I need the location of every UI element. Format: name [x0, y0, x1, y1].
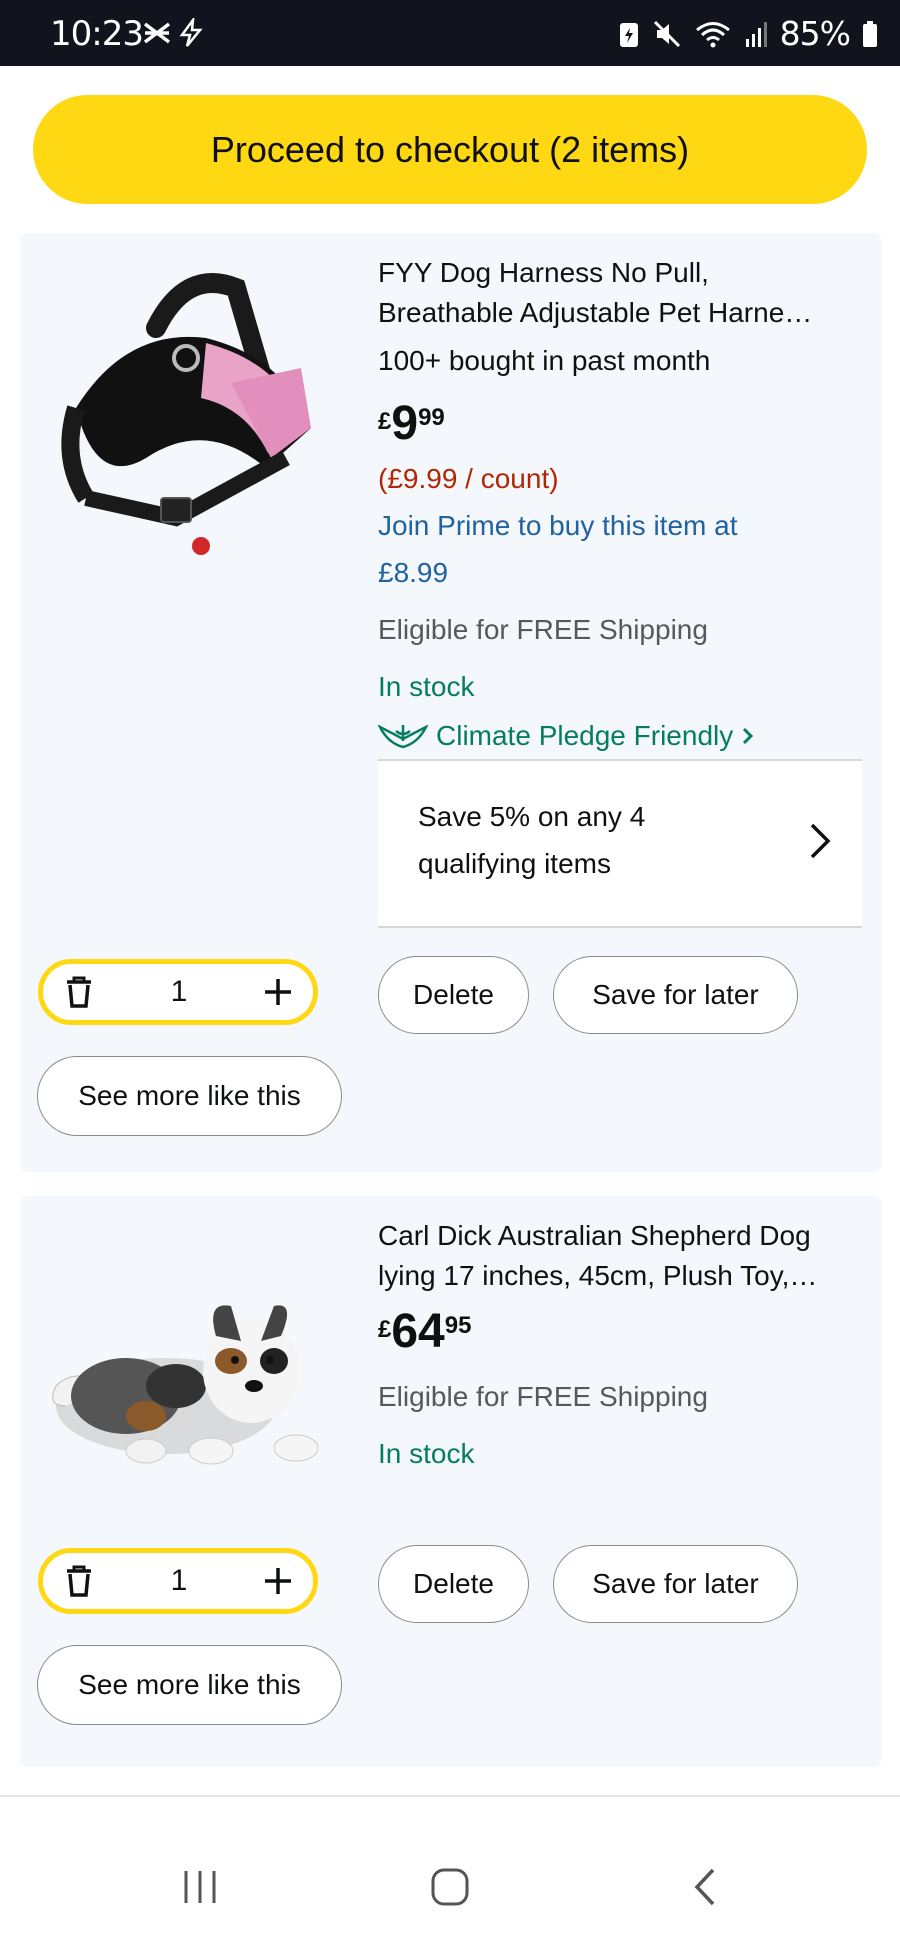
mute-icon	[653, 20, 680, 47]
trash-icon[interactable]	[63, 975, 95, 1009]
price-fraction: 95	[444, 1312, 472, 1339]
shipping-eligibility: Eligible for FREE Shipping	[378, 1381, 708, 1412]
product-price: £ 9 99	[378, 398, 445, 450]
cart-item-card: Carl Dick Australian Shepherd Dog lying …	[20, 1196, 882, 1767]
climate-pledge-icon	[378, 724, 428, 749]
back-icon[interactable]	[685, 1867, 725, 1907]
climate-pledge-link[interactable]: Climate Pledge Friendly	[378, 720, 755, 752]
bought-count: 100+ bought in past month	[378, 345, 711, 376]
unit-price: (£9.99 / count)	[378, 463, 559, 494]
recent-apps-icon[interactable]	[180, 1867, 220, 1907]
stock-status: In stock	[378, 1438, 475, 1469]
product-title[interactable]: Carl Dick Australian Shepherd Dog lying …	[378, 1216, 878, 1296]
proceed-to-checkout-button[interactable]: Proceed to checkout (2 items)	[33, 95, 867, 204]
product-title-line1: FYY Dog Harness No Pull,	[378, 257, 709, 288]
promotion-line1: Save 5% on any 4	[418, 801, 646, 832]
quantity-stepper: 1	[38, 1548, 318, 1614]
see-more-like-this-button[interactable]: See more like this	[37, 1056, 342, 1136]
system-nav-bar	[0, 1797, 900, 1950]
product-title[interactable]: FYY Dog Harness No Pull, Breathable Adju…	[378, 253, 878, 333]
price-whole: 9	[391, 397, 419, 450]
status-bar: 10:23 85%	[0, 0, 900, 66]
status-left-icons	[142, 18, 206, 48]
price-whole: 64	[391, 1305, 445, 1358]
signal-icon	[745, 21, 767, 47]
plus-icon[interactable]	[263, 1566, 293, 1596]
price-currency: £	[378, 1316, 392, 1343]
save-for-later-button[interactable]: Save for later	[553, 956, 798, 1034]
prime-offer-line2[interactable]: £8.99	[378, 557, 448, 589]
battery-icon	[863, 20, 877, 47]
wifi-icon	[695, 21, 730, 47]
battery-saver-icon	[619, 22, 638, 47]
shipping-eligibility: Eligible for FREE Shipping	[378, 614, 708, 645]
quantity-stepper: 1	[38, 959, 318, 1025]
climate-pledge-label: Climate Pledge Friendly	[436, 720, 734, 751]
quantity-value: 1	[170, 1564, 188, 1597]
see-more-like-this-button[interactable]: See more like this	[37, 1645, 342, 1725]
plus-icon[interactable]	[263, 977, 293, 1007]
product-price: £ 64 95	[378, 1306, 471, 1358]
delete-button[interactable]: Delete	[378, 1545, 529, 1623]
flash-icon	[179, 18, 203, 47]
status-right-icons: 85%	[618, 14, 878, 53]
status-time: 10:23	[50, 14, 144, 54]
save-for-later-button[interactable]: Save for later	[553, 1545, 798, 1623]
chevron-right-icon	[810, 823, 831, 859]
price-fraction: 99	[418, 404, 445, 431]
cart-item-card: FYY Dog Harness No Pull, Breathable Adju…	[20, 233, 882, 1172]
product-title-line2: lying 17 inches, 45cm, Plush Toy,…	[378, 1260, 818, 1291]
plush-dog-image[interactable]	[36, 1276, 356, 1476]
stock-status: In stock	[378, 671, 475, 702]
battery-percent: 85%	[779, 14, 851, 53]
trash-icon[interactable]	[63, 1564, 95, 1598]
prime-offer-line1[interactable]: Join Prime to buy this item at	[378, 510, 737, 542]
product-title-line1: Carl Dick Australian Shepherd Dog	[378, 1220, 811, 1251]
price-currency: £	[378, 408, 392, 435]
dog-harness-image[interactable]	[36, 258, 356, 568]
promotion-line2: qualifying items	[418, 848, 611, 879]
missed-call-icon	[143, 22, 171, 44]
home-icon[interactable]	[430, 1867, 470, 1907]
chevron-right-small-icon	[743, 727, 754, 745]
delete-button[interactable]: Delete	[378, 956, 529, 1034]
promotion-text: Save 5% on any 4 qualifying items	[418, 793, 718, 887]
quantity-value: 1	[170, 975, 188, 1008]
promotion-row[interactable]: Save 5% on any 4 qualifying items	[378, 759, 862, 928]
product-title-line2: Breathable Adjustable Pet Harne…	[378, 297, 813, 328]
